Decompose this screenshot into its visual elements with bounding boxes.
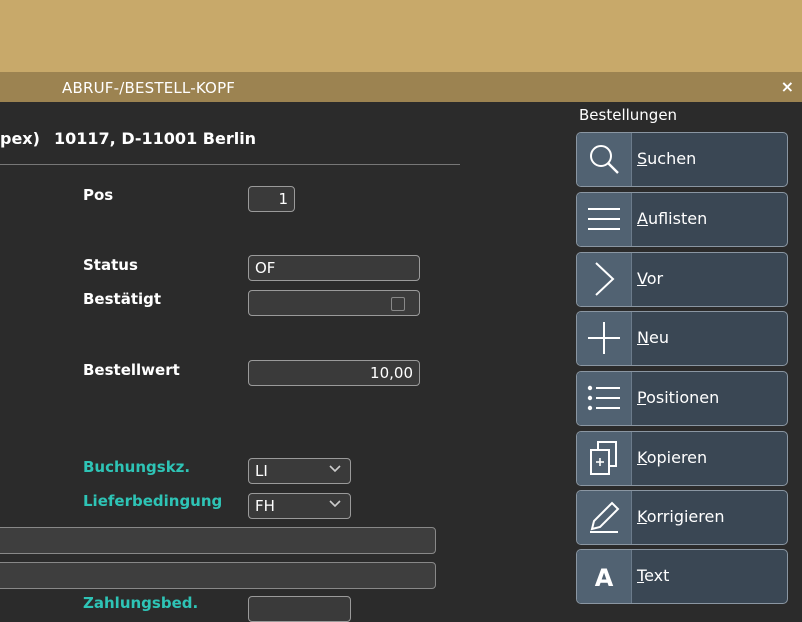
list-lines-icon	[577, 193, 632, 246]
top-banner	[0, 0, 802, 72]
plus-icon	[577, 312, 632, 365]
next-button-label: Vor	[637, 269, 664, 288]
buchungskz-select[interactable]: LI	[248, 458, 351, 484]
text-icon: A	[577, 550, 632, 603]
close-icon[interactable]: ×	[781, 77, 794, 96]
text-button-label: Text	[637, 566, 670, 585]
search-button-label: Suchen	[637, 149, 697, 168]
status-field[interactable]: OF	[248, 255, 420, 281]
positions-button-label: Positionen	[637, 388, 720, 407]
address-prefix: pex)	[0, 129, 40, 148]
bestaetigt-date-field[interactable]	[248, 290, 420, 316]
calendar-icon[interactable]	[391, 297, 405, 311]
address-text: 10117, D-11001 Berlin	[54, 129, 257, 148]
search-icon	[577, 133, 632, 186]
sidebar-title: Bestellungen	[579, 106, 678, 124]
lieferbedingung-value: FH	[255, 497, 275, 515]
pos-label: Pos	[83, 186, 114, 204]
status-label: Status	[83, 256, 138, 274]
window-title: ABRUF-/BESTELL-KOPF	[62, 79, 236, 97]
zahlungsbed-label: Zahlungsbed.	[83, 594, 199, 612]
new-button[interactable]: Neu	[576, 311, 788, 366]
buchungskz-value: LI	[255, 462, 268, 480]
positions-button[interactable]: Positionen	[576, 371, 788, 426]
text-field-1[interactable]	[0, 527, 436, 554]
bestaetigt-label: Bestätigt	[83, 290, 162, 308]
chevron-down-icon	[329, 465, 341, 473]
svg-text:A: A	[595, 564, 614, 592]
list-button-label: Auflisten	[637, 209, 708, 228]
copy-icon	[577, 432, 632, 485]
pencil-icon	[577, 491, 632, 544]
bestellwert-label: Bestellwert	[83, 361, 180, 379]
window-titlebar: ABRUF-/BESTELL-KOPF ×	[0, 72, 802, 102]
chevron-down-icon	[329, 500, 341, 508]
pos-field[interactable]: 1	[248, 186, 295, 212]
bestellwert-field[interactable]: 10,00	[248, 360, 420, 386]
search-button[interactable]: Suchen	[576, 132, 788, 187]
new-button-label: Neu	[637, 328, 669, 347]
zahlungsbed-select[interactable]	[248, 596, 351, 622]
chevron-right-icon	[577, 253, 632, 306]
bullet-list-icon	[577, 372, 632, 425]
copy-button-label: Kopieren	[637, 448, 708, 467]
lieferbedingung-select[interactable]: FH	[248, 493, 351, 519]
text-button[interactable]: A Text	[576, 549, 788, 604]
edit-button-label: Korrigieren	[637, 507, 725, 526]
edit-button[interactable]: Korrigieren	[576, 490, 788, 545]
buchungskz-label: Buchungskz.	[83, 458, 191, 476]
text-field-2[interactable]	[0, 562, 436, 589]
list-button[interactable]: Auflisten	[576, 192, 788, 247]
copy-button[interactable]: Kopieren	[576, 431, 788, 486]
divider	[0, 164, 460, 165]
next-button[interactable]: Vor	[576, 252, 788, 307]
lieferbedingung-label: Lieferbedingung	[83, 492, 223, 510]
form-panel: pex) 10117, D-11001 Berlin Pos 1 Status …	[0, 102, 570, 622]
